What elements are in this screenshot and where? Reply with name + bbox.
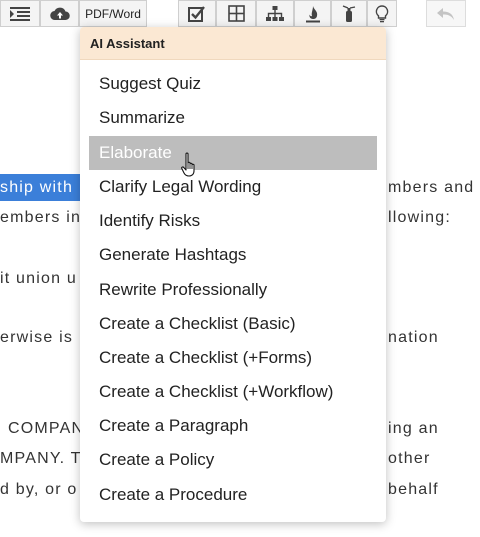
doc-line-left-6: MPANY. T — [0, 450, 82, 467]
lightbulb-icon — [375, 4, 389, 23]
menu-item-create-paragraph[interactable]: Create a Paragraph — [89, 409, 377, 443]
doc-line-left-1: ship with — [0, 179, 74, 196]
doc-line-right-7: behalf — [388, 481, 439, 498]
doc-line-right-1: mbers and — [388, 179, 475, 196]
cloud-upload-icon — [49, 6, 70, 21]
doc-line-right-4: nation — [388, 329, 439, 346]
sitemap-button[interactable] — [256, 0, 294, 27]
menu-item-checklist-workflow[interactable]: Create a Checklist (+Workflow) — [89, 375, 377, 409]
checkbox-icon — [188, 5, 206, 23]
hand-pointer-cursor-icon — [181, 152, 199, 178]
fire-button[interactable] — [294, 0, 331, 27]
extinguisher-button[interactable] — [331, 0, 367, 27]
sitemap-icon — [266, 5, 284, 22]
indent-button[interactable] — [0, 0, 40, 27]
menu-item-generate-hashtags[interactable]: Generate Hashtags — [89, 238, 377, 272]
doc-line-left-4: erwise is — [0, 329, 74, 346]
menu-item-create-procedure[interactable]: Create a Procedure — [89, 478, 377, 512]
doc-line-right-2: llowing: — [388, 209, 451, 226]
table-icon — [227, 5, 245, 22]
lightbulb-button[interactable] — [367, 0, 397, 27]
menu-item-checklist-forms[interactable]: Create a Checklist (+Forms) — [89, 341, 377, 375]
menu-item-identify-risks[interactable]: Identify Risks — [89, 204, 377, 238]
menu-item-elaborate[interactable]: Elaborate — [89, 136, 377, 170]
doc-line-right-6: other — [388, 450, 431, 467]
pdf-word-label: PDF/Word — [85, 6, 141, 21]
doc-line-left-2: embers in — [0, 209, 82, 226]
menu-item-rewrite-professionally[interactable]: Rewrite Professionally — [89, 273, 377, 307]
extinguisher-icon — [341, 4, 357, 23]
undo-icon — [436, 7, 456, 21]
doc-line-right-5: ing an — [388, 420, 439, 437]
editor-toolbar: PDF/Word — [0, 0, 480, 28]
menu-item-create-policy[interactable]: Create a Policy — [89, 443, 377, 477]
ai-assistant-menu: AI Assistant Suggest Quiz Summarize Elab… — [80, 27, 386, 522]
menu-item-suggest-quiz[interactable]: Suggest Quiz — [89, 67, 377, 101]
doc-line-left-7: d by, or o — [0, 481, 78, 498]
table-button[interactable] — [216, 0, 256, 27]
pdf-word-button[interactable]: PDF/Word — [79, 0, 147, 27]
fire-icon — [305, 5, 321, 23]
menu-item-clarify-legal-wording[interactable]: Clarify Legal Wording — [89, 170, 377, 204]
doc-line-left-3: it union u — [0, 270, 77, 287]
cloud-upload-button[interactable] — [40, 0, 79, 27]
indent-icon — [10, 6, 30, 22]
menu-item-checklist-basic[interactable]: Create a Checklist (Basic) — [89, 307, 377, 341]
undo-button[interactable] — [426, 0, 466, 27]
checkbox-button[interactable] — [178, 0, 216, 27]
menu-item-summarize[interactable]: Summarize — [89, 101, 377, 135]
doc-line-left-5: COMPAN — [8, 420, 85, 437]
menu-header: AI Assistant — [80, 27, 386, 60]
